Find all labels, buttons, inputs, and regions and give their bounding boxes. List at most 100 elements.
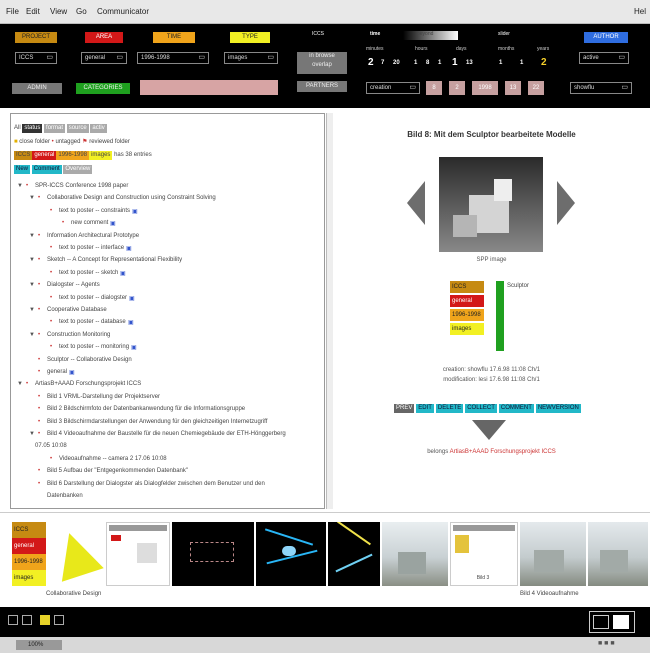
- tool-icon-2[interactable]: [22, 615, 32, 625]
- value-minutes-1[interactable]: 2: [368, 57, 374, 68]
- menu-help[interactable]: Hel: [634, 7, 646, 16]
- type-select[interactable]: images: [224, 52, 278, 64]
- value-minutes-3[interactable]: 20: [393, 60, 400, 66]
- value-minutes-2[interactable]: 7: [381, 60, 384, 66]
- tree-item[interactable]: general: [47, 369, 67, 375]
- delete-button[interactable]: DELETE: [435, 404, 464, 413]
- tree-item[interactable]: new comment: [71, 220, 108, 226]
- link-icon[interactable]: ▣: [128, 319, 134, 326]
- value-years[interactable]: 2: [541, 57, 547, 68]
- expand-icon[interactable]: ▼: [29, 307, 35, 313]
- link-icon[interactable]: ▣: [126, 245, 132, 252]
- thumbnail-5[interactable]: [328, 522, 380, 586]
- tree-item[interactable]: text to poster -- sketch: [59, 270, 118, 276]
- comment-button[interactable]: Comment: [31, 165, 62, 174]
- edit-button[interactable]: EDIT: [416, 404, 434, 413]
- tree-item[interactable]: Videoaufnahme -- camera 2 17.06 10:08: [59, 456, 167, 462]
- partners-button[interactable]: PARTNERS: [297, 81, 347, 92]
- link-icon[interactable]: ▣: [132, 208, 138, 215]
- tree-scrollbar[interactable]: [326, 113, 333, 509]
- thumbnail-7[interactable]: Bild 3: [450, 522, 518, 586]
- category-field[interactable]: [140, 80, 278, 95]
- tree-item[interactable]: text to poster -- dialogster: [59, 295, 127, 301]
- date-field-day[interactable]: 8: [426, 81, 442, 95]
- date-field-year[interactable]: 1998: [472, 81, 498, 95]
- area-select[interactable]: general: [81, 52, 127, 64]
- mode-all[interactable]: All: [14, 125, 21, 131]
- categories-button[interactable]: CATEGORIES: [76, 83, 130, 94]
- tree-item[interactable]: Bild 6 Darstellung der Dialogster als Di…: [47, 481, 265, 487]
- tool-icon-3[interactable]: [40, 615, 50, 625]
- thumbnail-6[interactable]: [382, 522, 448, 586]
- menu-view[interactable]: View: [50, 7, 67, 16]
- value-hours-1[interactable]: 1: [414, 60, 417, 66]
- detail-comment-button[interactable]: COMMENT: [498, 404, 534, 413]
- layout-single-icon[interactable]: [593, 615, 609, 629]
- thumbnail-9[interactable]: [588, 522, 648, 586]
- expand-icon[interactable]: ▼: [29, 282, 35, 288]
- menu-go[interactable]: Go: [76, 7, 87, 16]
- project-select[interactable]: ICCS: [15, 52, 57, 64]
- sort-select[interactable]: creation: [366, 82, 420, 94]
- new-button[interactable]: New: [14, 165, 31, 174]
- expand-icon[interactable]: ▼: [29, 233, 35, 239]
- tree-item[interactable]: Bild 2 Bildschirmfoto der Datenbankanwen…: [47, 406, 245, 412]
- prev-button[interactable]: PREV: [394, 404, 415, 413]
- expand-icon[interactable]: ▼: [17, 183, 23, 189]
- thumbnail-3[interactable]: [172, 522, 254, 586]
- date-field-minute[interactable]: 22: [528, 81, 544, 95]
- mode-activ[interactable]: activ: [90, 124, 107, 133]
- link-icon[interactable]: ▣: [131, 344, 137, 351]
- mode-source[interactable]: source: [66, 124, 89, 133]
- tree-item[interactable]: Cooperative Database: [47, 307, 107, 313]
- next-arrow-icon[interactable]: [557, 181, 575, 225]
- author-select[interactable]: active: [579, 52, 629, 64]
- value-hours-2[interactable]: 8: [426, 60, 429, 66]
- preview-image[interactable]: [439, 157, 543, 252]
- tree-item[interactable]: Bild 3 Bildschirmdarstellungen der Anwen…: [47, 419, 267, 425]
- tree-item[interactable]: Datenbanken: [47, 493, 83, 499]
- value-days-1[interactable]: 1: [452, 57, 458, 68]
- browse-overlap-button[interactable]: in browse overlap: [297, 52, 347, 74]
- mode-format[interactable]: format: [44, 124, 66, 133]
- tree-item[interactable]: Information Architectural Prototype: [47, 233, 139, 239]
- expand-icon[interactable]: ▼: [29, 332, 35, 338]
- down-arrow-icon[interactable]: [472, 420, 506, 440]
- menu-file[interactable]: File: [6, 7, 19, 16]
- tree-item[interactable]: Bild 4 Videoaufnahme der Baustelle für d…: [47, 431, 286, 437]
- menu-communicator[interactable]: Communicator: [97, 7, 149, 16]
- date-field-month[interactable]: 2: [449, 81, 465, 95]
- thumbnail-8[interactable]: [520, 522, 586, 586]
- tree-item[interactable]: text to poster -- database: [59, 319, 126, 325]
- link-icon[interactable]: ▣: [120, 270, 126, 277]
- expand-icon[interactable]: ▼: [29, 257, 35, 263]
- tool-icon-1[interactable]: [8, 615, 18, 625]
- mode-status[interactable]: status: [22, 124, 43, 133]
- layout-switch[interactable]: [589, 611, 635, 633]
- value-days-2[interactable]: 13: [466, 60, 473, 66]
- collect-button[interactable]: COLLECT: [465, 404, 497, 413]
- newversion-button[interactable]: NEWVERSION: [535, 404, 581, 413]
- tree-item[interactable]: Sketch -- A Concept for Representational…: [47, 257, 182, 263]
- link-icon[interactable]: ▣: [110, 220, 116, 227]
- expand-icon[interactable]: ▼: [17, 381, 23, 387]
- tree-item[interactable]: Collaborative Design and Construction us…: [47, 195, 216, 201]
- layout-split-icon[interactable]: [613, 615, 629, 629]
- tree-item[interactable]: Construction Monitoring: [47, 332, 110, 338]
- tool-icon-4[interactable]: [54, 615, 64, 625]
- thumbnail-2[interactable]: [106, 522, 170, 586]
- tree-item[interactable]: 07.05 10:08: [35, 443, 67, 449]
- expand-icon[interactable]: ▼: [29, 431, 35, 437]
- tree-item[interactable]: text to poster -- monitoring: [59, 344, 129, 350]
- tree-item[interactable]: ArtiasB+AAAD Forschungsprojekt ICCS: [35, 381, 141, 387]
- menu-edit[interactable]: Edit: [26, 7, 40, 16]
- value-months-2[interactable]: 1: [520, 60, 523, 66]
- prev-arrow-icon[interactable]: [407, 181, 425, 225]
- link-icon[interactable]: ▣: [69, 369, 75, 376]
- admin-button[interactable]: ADMIN: [12, 83, 62, 94]
- thumbnail-1[interactable]: [48, 522, 104, 586]
- expand-icon[interactable]: ▼: [29, 195, 35, 201]
- tree-item[interactable]: Bild 5 Aufbau der "Entgegenkommenden Dat…: [47, 468, 188, 474]
- date-field-hour[interactable]: 13: [505, 81, 521, 95]
- filter-select[interactable]: showflu: [570, 82, 632, 94]
